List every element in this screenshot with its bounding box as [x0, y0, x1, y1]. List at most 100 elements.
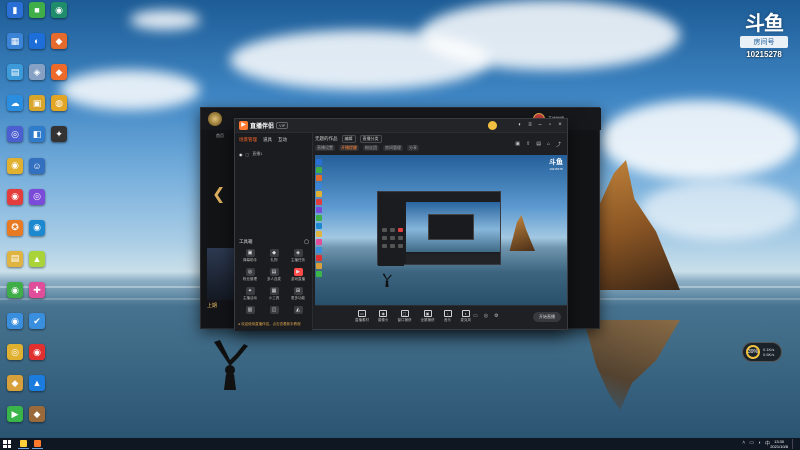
- desktop-shortcut[interactable]: ◉: [46, 2, 72, 32]
- tool-icon: ⊞: [293, 287, 303, 295]
- desktop-shortcut[interactable]: ✦: [46, 126, 72, 156]
- rock-reflection: [584, 320, 680, 410]
- shortcut-icon: ◐: [29, 33, 45, 50]
- stream-preview[interactable]: 斗鱼 10215278: [315, 155, 567, 305]
- desktop-shortcut[interactable]: ▲: [24, 250, 50, 281]
- desktop-shortcut[interactable]: ☺: [24, 157, 50, 188]
- nested-window: [428, 214, 474, 240]
- nested-preview: [406, 202, 500, 252]
- windows-start-icon[interactable]: [3, 440, 11, 448]
- scene-row[interactable]: ◉ ▢ 直播1: [239, 151, 308, 157]
- toolbox-item[interactable]: ▥: [238, 306, 262, 315]
- source-button[interactable]: ▢ 窗口捕获: [398, 310, 412, 323]
- toolbox-item[interactable]: ◆ 礼物: [262, 249, 286, 263]
- desktop-shortcut[interactable]: ▲: [24, 375, 50, 405]
- header-tag[interactable]: 直播设置: [315, 145, 335, 151]
- toolbar-icon[interactable]: ▭: [473, 313, 478, 319]
- toolbox-grid: ▣ 弹幕助手 ◆ 礼物 ◈ 主播任务 ◎ 粉丝管理 ▤ 多人连麦 ▶ 游戏直播 ✦ 主播活动 ▦ 小工具 ⊞ 更多…: [238, 249, 310, 315]
- category-pill[interactable]: 直播分类: [359, 135, 382, 143]
- taskbar-clock[interactable]: 13:30 2021/10/8: [770, 439, 788, 449]
- tab-props[interactable]: 道具: [263, 137, 272, 143]
- app-user-avatar[interactable]: [488, 121, 497, 130]
- chevron-left-icon[interactable]: ❮: [212, 184, 225, 204]
- toolbox-item[interactable]: ▶ 游戏直播: [286, 268, 310, 282]
- tab-interaction[interactable]: 互动: [278, 137, 287, 143]
- screenshot-icon[interactable]: ▣: [515, 141, 520, 148]
- network-icon[interactable]: ▭: [749, 440, 754, 447]
- toolbox-item[interactable]: ◭: [286, 306, 310, 315]
- desktop-shortcut[interactable]: ✚: [24, 282, 50, 312]
- desktop-shortcut[interactable]: ◍: [46, 95, 72, 125]
- upload-icon[interactable]: ⇪: [526, 141, 530, 148]
- toolbar-icon[interactable]: ⚙: [494, 313, 498, 319]
- memory-percent: 39%: [746, 345, 760, 359]
- source-button[interactable]: ▭ 直播素材: [355, 310, 369, 323]
- stream-title[interactable]: 无题的作品: [315, 136, 338, 142]
- streaming-app-window[interactable]: ▶ 直播伴侣 VIP ◐ ≡ – ▫ × 场景管理 道具 互动 ◉ ▢ 直播1 …: [234, 118, 568, 331]
- toolbox-item[interactable]: ✦ 主播活动: [238, 287, 262, 301]
- source-button[interactable]: ▣ 全屏捕获: [421, 310, 435, 323]
- skin-icon[interactable]: ◐: [517, 122, 523, 128]
- taskbar-explorer-icon[interactable]: [18, 439, 29, 449]
- source-button[interactable]: ◉ 摄像头: [378, 310, 389, 323]
- toolbox-item[interactable]: ▦ 小工具: [262, 287, 286, 301]
- toolbox-item[interactable]: ▣ 弹幕助手: [238, 249, 262, 263]
- volume-icon[interactable]: ◖: [758, 440, 761, 447]
- home-icon[interactable]: ⌂: [547, 141, 550, 148]
- source-label: 音乐: [444, 318, 451, 322]
- game-nav-home[interactable]: 首页: [216, 133, 224, 139]
- desktop-shortcut[interactable]: ✔: [24, 313, 50, 343]
- source-icon: ♪: [443, 310, 452, 317]
- desktop-shortcut[interactable]: ◆: [46, 33, 72, 63]
- shortcut-icon: ▦: [7, 33, 23, 50]
- shortcut-icon: ✪: [7, 219, 23, 236]
- header-tag[interactable]: 房间管理: [383, 145, 403, 151]
- layout-icon[interactable]: ▤: [536, 141, 541, 148]
- minimize-icon[interactable]: –: [537, 122, 543, 128]
- douyu-watermark: 斗鱼 房间号 10215278: [740, 14, 788, 59]
- preview-shortcut-icon: [316, 223, 322, 229]
- chevron-up-icon[interactable]: ˄: [742, 440, 745, 447]
- edit-pill[interactable]: 编辑: [341, 135, 356, 143]
- shortcut-icon: ◉: [29, 344, 45, 361]
- source-button[interactable]: ◖ 麦克风: [461, 310, 471, 323]
- toolbox-item[interactable]: ⊞ 更多功能: [286, 287, 310, 301]
- toolbox-item[interactable]: ◈ 主播任务: [286, 249, 310, 263]
- desktop-shortcut[interactable]: ◆: [24, 406, 50, 436]
- maximize-icon[interactable]: ▫: [547, 122, 553, 128]
- tool-label: 游戏直播: [291, 277, 305, 281]
- app-version-badge[interactable]: VIP: [276, 122, 289, 129]
- desktop-shortcut[interactable]: ◎: [24, 188, 50, 219]
- eye-icon[interactable]: ◉: [239, 152, 243, 157]
- tool-label: 礼物: [270, 258, 278, 262]
- header-tag[interactable]: 粉丝团: [363, 145, 379, 151]
- toolbar-icon[interactable]: ◎: [484, 313, 488, 319]
- menu-icon[interactable]: ≡: [527, 122, 533, 128]
- app-titlebar[interactable]: ▶ 直播伴侣 VIP ◐ ≡ – ▫ ×: [235, 119, 567, 133]
- preview-shortcut-icon: [316, 175, 322, 181]
- lock-icon[interactable]: ▢: [246, 152, 250, 157]
- desktop-shortcut[interactable]: ◆: [46, 64, 72, 94]
- toolbox-item[interactable]: ▤ 多人连麦: [262, 268, 286, 282]
- preview-shortcut-icon: [316, 263, 322, 269]
- desktop-shortcut[interactable]: ◉: [24, 219, 50, 250]
- share-icon[interactable]: ⤴: [556, 141, 561, 148]
- app-brand: ▶ 直播伴侣 VIP: [239, 121, 289, 130]
- notice-bar[interactable]: ● 欢迎使用直播伴侣，点击查看新手教程: [238, 322, 310, 327]
- desktop-shortcut[interactable]: ◉: [24, 344, 50, 374]
- shortcut-icon: ◧: [29, 126, 45, 143]
- game-logo-icon[interactable]: [208, 112, 222, 126]
- toolbox-item[interactable]: ◎ 粉丝管理: [238, 268, 262, 282]
- header-tag[interactable]: 开播提醒: [339, 145, 359, 151]
- source-button[interactable]: ♪ 音乐: [443, 310, 452, 323]
- taskbar-streaming-app-icon[interactable]: [32, 439, 43, 449]
- start-live-button[interactable]: 开始直播: [533, 312, 561, 322]
- shortcut-icon: ◉: [7, 282, 23, 299]
- toolbox-item[interactable]: ◫: [262, 306, 286, 315]
- network-speed-widget[interactable]: 39% 0.1K/s 0.6K/s: [742, 342, 782, 362]
- close-icon[interactable]: ×: [557, 122, 563, 128]
- show-desktop-button[interactable]: [792, 439, 798, 449]
- header-tag[interactable]: 分享: [407, 145, 419, 151]
- settings-circle-icon[interactable]: ◯: [304, 239, 309, 245]
- tab-scene[interactable]: 场景管理: [239, 137, 257, 143]
